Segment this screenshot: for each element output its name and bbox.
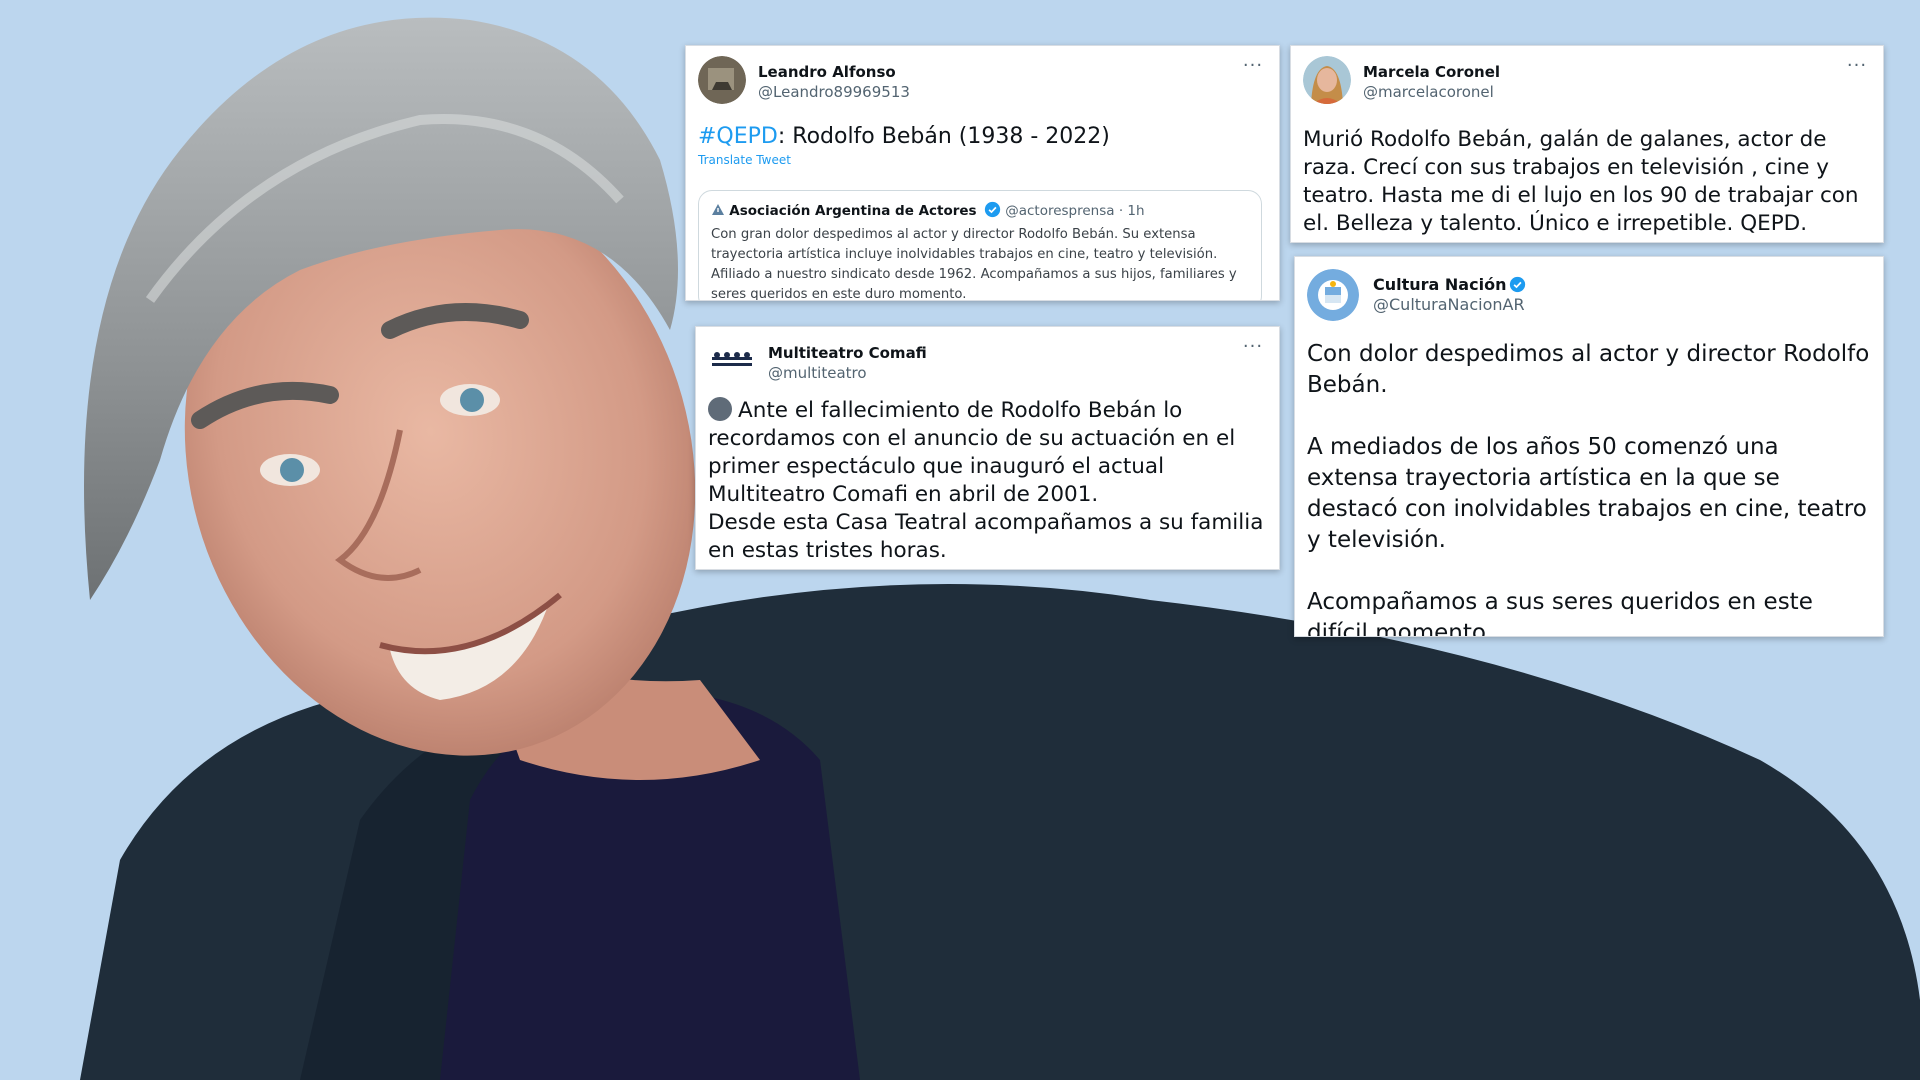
hashtag-link[interactable]: #QEPD <box>698 124 778 149</box>
quoted-timestamp[interactable]: 1h <box>1127 203 1144 219</box>
author-name[interactable]: Multiteatro Comafi <box>768 343 1227 363</box>
more-options-icon[interactable]: ··· <box>1239 338 1267 361</box>
avatar[interactable] <box>1303 56 1351 104</box>
more-options-icon[interactable]: ··· <box>1843 57 1871 80</box>
verified-badge-icon <box>984 201 1001 218</box>
author-name[interactable]: Cultura Nación <box>1373 275 1831 295</box>
author-handle[interactable]: @CulturaNacionAR <box>1373 295 1831 315</box>
author-handle[interactable]: @multiteatro <box>768 363 1227 383</box>
tweet-paragraph: Acompañamos a sus seres queridos en este… <box>1307 589 1813 637</box>
more-options-icon[interactable]: ··· <box>1239 57 1267 80</box>
verified-badge-icon <box>1510 276 1526 293</box>
avatar[interactable] <box>1307 269 1359 321</box>
tweet-text-rest: : Rodolfo Bebán (1938 - 2022) <box>777 124 1110 149</box>
tweet-text-line2: Desde esta Casa Teatral acompañamos a su… <box>708 510 1264 563</box>
tweet-text: Murió Rodolfo Bebán, galán de galanes, a… <box>1303 127 1859 236</box>
author-handle[interactable]: @marcelacoronel <box>1363 82 1831 102</box>
tweet-paragraph: A mediados de los años 50 comenzó una ex… <box>1307 434 1867 553</box>
tweet-card-multiteatro[interactable]: Multiteatro Comafi @multiteatro ··· Ante… <box>695 326 1280 570</box>
author-name[interactable]: Leandro Alfonso <box>758 62 1227 82</box>
translate-tweet-link[interactable]: Translate Tweet <box>698 153 791 167</box>
tweet-text: #QEPD: Rodolfo Bebán (1938 - 2022) <box>698 122 1267 151</box>
quoted-author-handle[interactable]: @actoresprensa <box>1005 203 1114 219</box>
author-handle[interactable]: @Leandro89969513 <box>758 82 1227 102</box>
tweet-text-line1: Ante el fallecimiento de Rodolfo Bebán l… <box>708 398 1236 507</box>
quoted-text: Con gran dolor despedimos al actor y dir… <box>711 227 1237 301</box>
separator: · <box>1114 203 1128 219</box>
warning-icon <box>711 203 729 219</box>
tweet-text: Ante el fallecimiento de Rodolfo Bebán l… <box>708 397 1267 565</box>
tweet-text: Con dolor despedimos al actor y director… <box>1307 339 1871 637</box>
tweet-paragraph: Con dolor despedimos al actor y director… <box>1307 341 1870 398</box>
black-circle-icon <box>708 397 732 421</box>
tweet-card-marcela[interactable]: Marcela Coronel @marcelacoronel ··· Muri… <box>1290 45 1884 243</box>
tweet-card-cultura[interactable]: Cultura Nación @CulturaNacionAR Con dolo… <box>1294 256 1884 637</box>
quoted-author-name[interactable]: Asociación Argentina de Actores <box>729 203 976 219</box>
quoted-tweet[interactable]: Asociación Argentina de Actores @actores… <box>698 190 1262 301</box>
tweet-card-leandro[interactable]: Leandro Alfonso @Leandro89969513 ··· #QE… <box>685 45 1280 301</box>
author-name-text[interactable]: Cultura Nación <box>1373 275 1506 294</box>
avatar[interactable] <box>698 56 746 104</box>
avatar[interactable] <box>708 337 756 385</box>
author-name[interactable]: Marcela Coronel <box>1363 62 1831 82</box>
